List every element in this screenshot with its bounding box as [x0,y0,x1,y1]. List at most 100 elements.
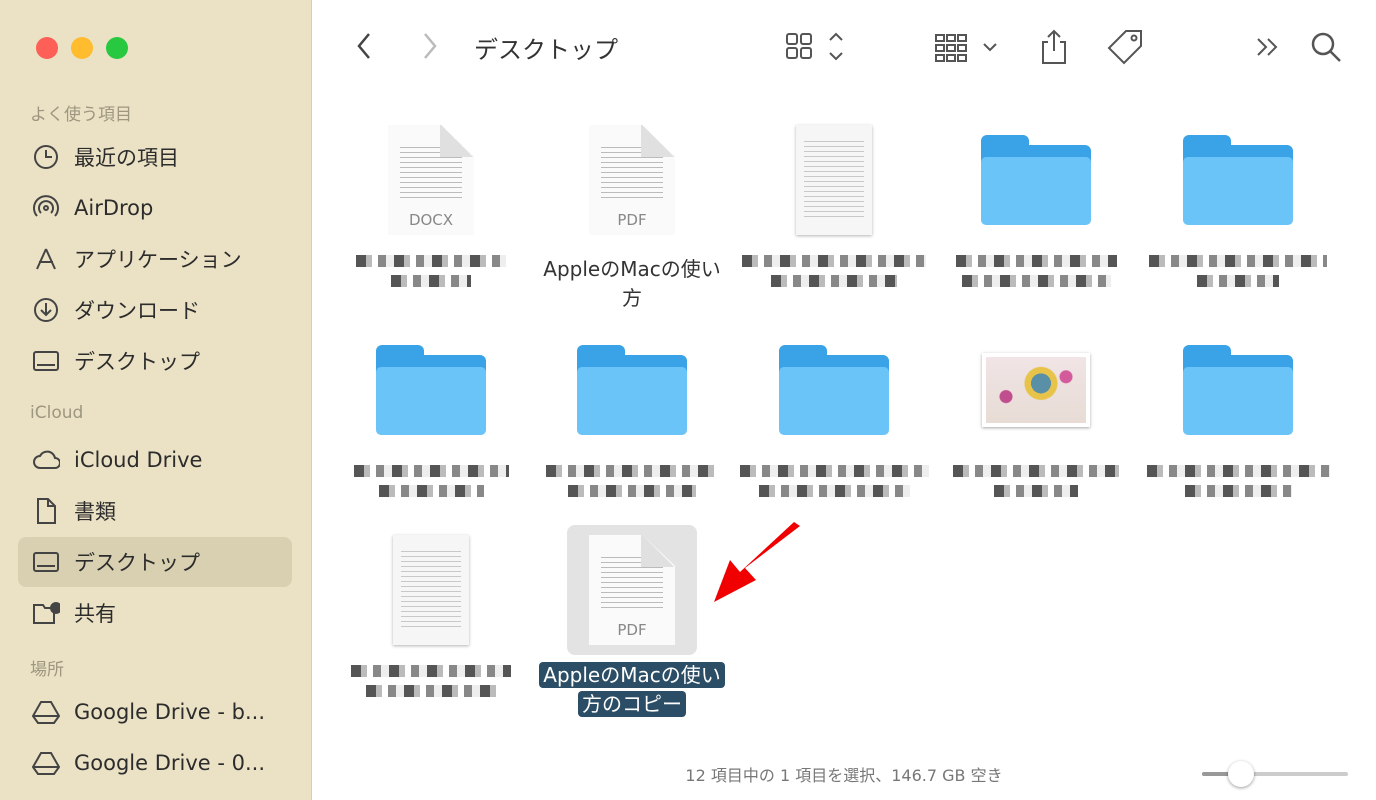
tag-button[interactable] [1106,28,1146,66]
redacted-file-name [1146,465,1330,477]
airdrop-icon [32,194,60,222]
redacted-file-name [568,485,696,497]
sidebar-item[interactable]: アプリケーション [18,234,292,284]
folder-icon [376,345,486,435]
share-button[interactable] [1038,28,1070,66]
sidebar-item-label: ダウンロード [74,299,200,323]
file-name: AppleのMacの使い方 [543,257,721,310]
file-item[interactable]: PDF AppleのMacの使い方 [532,115,732,313]
sidebar-item-label: iCloud Drive [74,448,203,472]
file-extension: PDF [617,621,647,639]
sidebar-section-title: よく使う項目 [30,105,132,125]
folder-icon [1183,345,1293,435]
icon-size-slider[interactable] [1202,761,1348,787]
desktop-icon [32,548,60,576]
redacted-file-name [955,255,1117,267]
file-item[interactable] [331,325,531,497]
redacted-file-name [953,465,1119,477]
document-thumbnail-icon [796,125,872,235]
file-item[interactable] [331,525,531,697]
redacted-file-name [742,255,926,267]
sidebar-item[interactable]: Google Drive - 0... [18,738,292,788]
search-button[interactable] [1308,28,1344,66]
folder-icon [779,345,889,435]
sidebar-item-label: 共有 [74,602,116,626]
redacted-file-name [994,485,1078,497]
file-item[interactable] [532,325,732,497]
sidebar: よく使う項目最近の項目 AirDrop アプリケーション ダウンロード デスクトップ iC… [0,0,312,800]
sidebar-item[interactable]: デスクトップ [18,336,292,386]
drive-icon [32,749,60,777]
forward-button[interactable] [416,28,444,64]
cloud-icon [32,446,60,474]
sidebar-item-label: デスクトップ [74,551,200,575]
view-mode-button[interactable] [784,28,848,66]
sidebar-item-label: デスクトップ [74,350,200,374]
file-item[interactable] [1138,115,1338,287]
desktop-icon [32,347,60,375]
redacted-file-name [366,685,496,697]
download-icon [32,296,60,324]
document-icon: PDF [589,125,675,235]
redacted-file-name [758,485,910,497]
zoom-button[interactable] [106,37,128,59]
sidebar-item-label: Google Drive - 0... [74,751,266,775]
file-name: AppleのMacの使い方のコピー [537,661,727,719]
redacted-file-name [1197,275,1279,287]
sidebar-item[interactable]: 書類 [18,486,292,536]
close-button[interactable] [36,37,58,59]
window-title: デスクトップ [474,36,618,64]
minimize-button[interactable] [71,37,93,59]
sidebar-item[interactable]: デスクトップ [18,537,292,587]
sidebar-item[interactable]: 最近の項目 [18,132,292,182]
shared-folder-icon [32,599,60,627]
file-extension: PDF [617,211,647,229]
image-thumbnail-icon [982,353,1090,427]
sidebar-item[interactable]: iCloud Drive [18,435,292,485]
drive-icon [32,698,60,726]
redacted-file-name [378,485,484,497]
sidebar-item-label: Google Drive - b... [74,700,265,724]
sidebar-item[interactable]: ダウンロード [18,285,292,335]
redacted-file-name [739,465,929,477]
document-icon [32,497,60,525]
redacted-file-name [351,665,511,677]
file-item[interactable]: DOCX [331,115,531,287]
document-icon: DOCX [388,125,474,235]
redacted-file-name [356,255,506,267]
sidebar-item-label: 書類 [74,500,116,524]
sidebar-section-title: 場所 [30,660,64,680]
file-item[interactable] [936,115,1136,287]
sidebar-section-title: iCloud [30,403,84,423]
sidebar-item-label: アプリケーション [74,248,242,272]
red-arrow-annotation [714,522,800,602]
more-button[interactable] [1254,28,1282,66]
file-item[interactable] [1138,325,1338,497]
group-button[interactable] [934,28,1000,66]
folder-icon [981,135,1091,225]
sidebar-item[interactable]: Google Drive - b... [18,687,292,737]
sidebar-item-label: 最近の項目 [74,146,179,170]
file-extension: DOCX [408,211,454,229]
applications-icon [32,245,60,273]
window-controls [36,37,128,59]
sidebar-item-label: AirDrop [74,196,154,220]
redacted-file-name [546,465,718,477]
document-icon: PDF [589,535,675,645]
redacted-file-name [771,275,897,287]
slider-knob[interactable] [1228,761,1254,787]
clock-icon [32,143,60,171]
file-item[interactable] [936,325,1136,497]
sidebar-item[interactable]: AirDrop [18,183,292,233]
folder-icon [577,345,687,435]
sidebar-item[interactable]: 共有 [18,588,292,638]
redacted-file-name [1149,255,1327,267]
file-item[interactable] [734,115,934,287]
folder-icon [1183,135,1293,225]
redacted-file-name [353,465,509,477]
back-button[interactable] [350,28,378,64]
document-thumbnail-icon [393,535,469,645]
redacted-file-name [391,275,471,287]
redacted-file-name [961,275,1111,287]
file-item[interactable] [734,325,934,497]
